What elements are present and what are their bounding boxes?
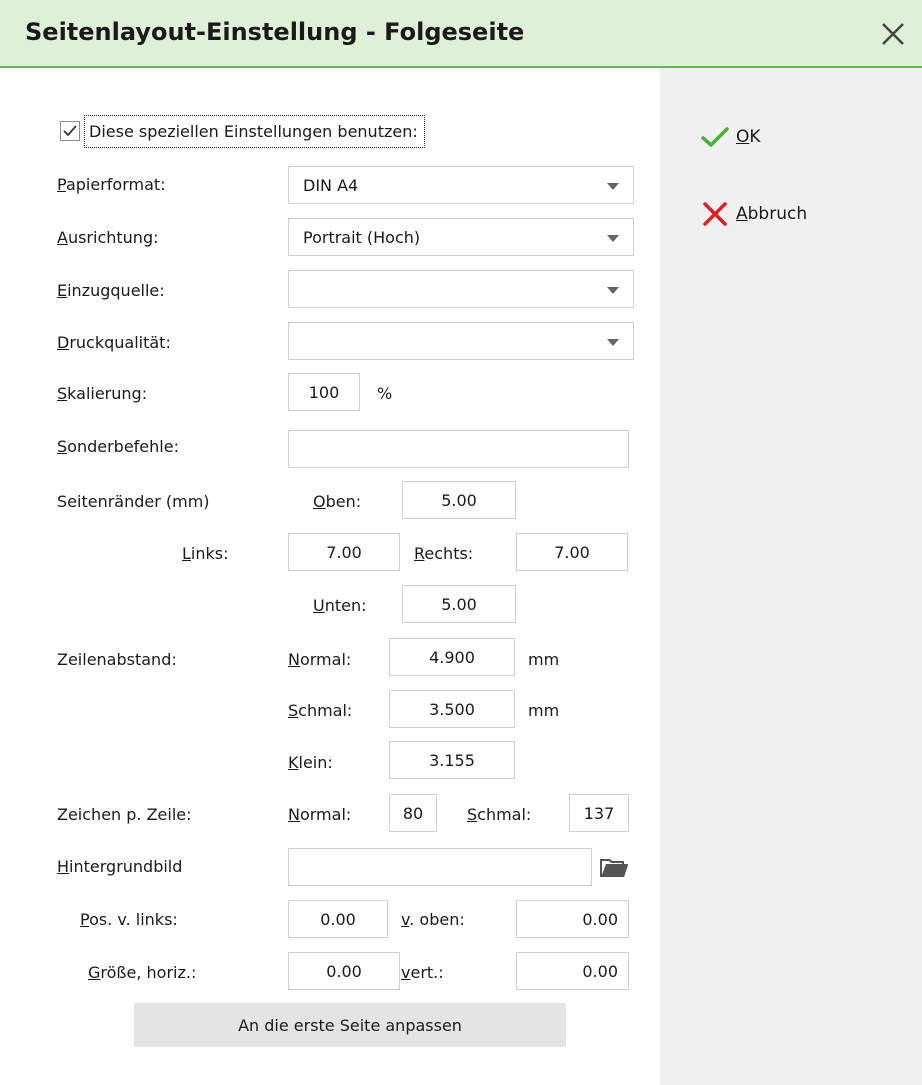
unten-input[interactable]: 5.00: [402, 585, 516, 623]
ausrichtung-value: Portrait (Hoch): [303, 227, 421, 247]
einzugquelle-select[interactable]: [288, 270, 634, 308]
dropdown-arrow-icon: [607, 287, 619, 294]
hintergrundbild-input[interactable]: [288, 848, 592, 886]
dropdown-arrow-icon: [607, 183, 619, 190]
papierformat-value: DIN A4: [303, 175, 359, 195]
unten-label: Unten:: [313, 596, 367, 615]
oben-label: Oben:: [313, 492, 362, 511]
zeichen-schmal-label: Schmal:: [467, 805, 532, 824]
zeilen-normal-input[interactable]: 4.900: [389, 638, 515, 676]
mm-unit: mm: [528, 650, 560, 669]
cancel-label: Abbruch: [736, 204, 808, 224]
zeichen-label: Zeichen p. Zeile:: [57, 805, 192, 824]
dropdown-arrow-icon: [607, 235, 619, 242]
groesse-horiz-label: Größe, horiz.:: [88, 963, 197, 982]
zeichen-normal-input[interactable]: 80: [389, 794, 437, 832]
oben-input[interactable]: 5.00: [402, 481, 516, 519]
cancel-button[interactable]: Abbruch: [700, 197, 807, 231]
title-bar: Seitenlayout-Einstellung - Folgeseite: [0, 0, 922, 68]
zeilen-normal-label: Normal:: [288, 650, 352, 669]
folder-open-icon: [600, 859, 628, 877]
zeilen-schmal-input[interactable]: 3.500: [389, 690, 515, 728]
use-settings-checkbox-row[interactable]: Diese speziellen Einstellungen benutzen:: [60, 112, 425, 150]
papierformat-select[interactable]: DIN A4: [288, 166, 634, 204]
ausrichtung-label: Ausrichtung:: [57, 228, 159, 247]
browse-button[interactable]: [594, 850, 634, 884]
hintergrundbild-label: Hintergrundbild: [57, 857, 183, 876]
zeilen-klein-input[interactable]: 3.155: [389, 741, 515, 779]
zeilen-klein-label: Klein:: [288, 753, 333, 772]
druckqualitaet-select[interactable]: [288, 322, 634, 360]
percent-unit: %: [377, 384, 393, 403]
zeilen-schmal-label: Schmal:: [288, 701, 353, 720]
links-label: Links:: [182, 544, 229, 563]
skalierung-label: Skalierung:: [57, 384, 148, 403]
links-input[interactable]: 7.00: [288, 533, 400, 571]
sonderbefehle-input[interactable]: [288, 430, 629, 468]
papierformat-label: Papierformat:: [57, 175, 166, 194]
use-settings-label: Diese speziellen Einstellungen benutzen:: [84, 114, 425, 148]
ok-label: OK: [736, 127, 761, 147]
close-button[interactable]: [875, 16, 911, 52]
seitenraender-label: Seitenränder (mm): [57, 492, 210, 511]
dropdown-arrow-icon: [607, 339, 619, 346]
mm-unit: mm: [528, 701, 560, 720]
skalierung-input[interactable]: 100: [288, 373, 360, 411]
pos-links-input[interactable]: 0.00: [288, 900, 388, 938]
zeichen-normal-label: Normal:: [288, 805, 352, 824]
sonderbefehle-label: Sonderbefehle:: [57, 437, 179, 456]
zeilenabstand-label: Zeilenabstand:: [57, 650, 177, 669]
einzugquelle-label: Einzugquelle:: [57, 281, 165, 300]
druckqualitaet-label: Druckqualität:: [57, 333, 171, 352]
v-oben-input[interactable]: 0.00: [516, 900, 629, 938]
use-settings-checkbox[interactable]: [60, 121, 80, 141]
ok-button[interactable]: OK: [700, 120, 761, 154]
cross-icon: [703, 202, 727, 226]
vert-label: vert.:: [401, 963, 444, 982]
vert-input[interactable]: 0.00: [516, 952, 629, 990]
fit-first-page-button[interactable]: An die erste Seite anpassen: [134, 1003, 566, 1047]
checkmark-icon: [63, 125, 77, 137]
rechts-label: Rechts:: [414, 544, 474, 563]
close-icon: [882, 23, 904, 45]
checkmark-icon: [701, 127, 729, 147]
groesse-horiz-input[interactable]: 0.00: [288, 952, 400, 990]
rechts-input[interactable]: 7.00: [516, 533, 628, 571]
dialog-title: Seitenlayout-Einstellung - Folgeseite: [25, 18, 525, 46]
zeichen-schmal-input[interactable]: 137: [569, 794, 629, 832]
ausrichtung-select[interactable]: Portrait (Hoch): [288, 218, 634, 256]
pos-links-label: Pos. v. links:: [80, 910, 178, 929]
v-oben-label: v. oben:: [401, 910, 465, 929]
